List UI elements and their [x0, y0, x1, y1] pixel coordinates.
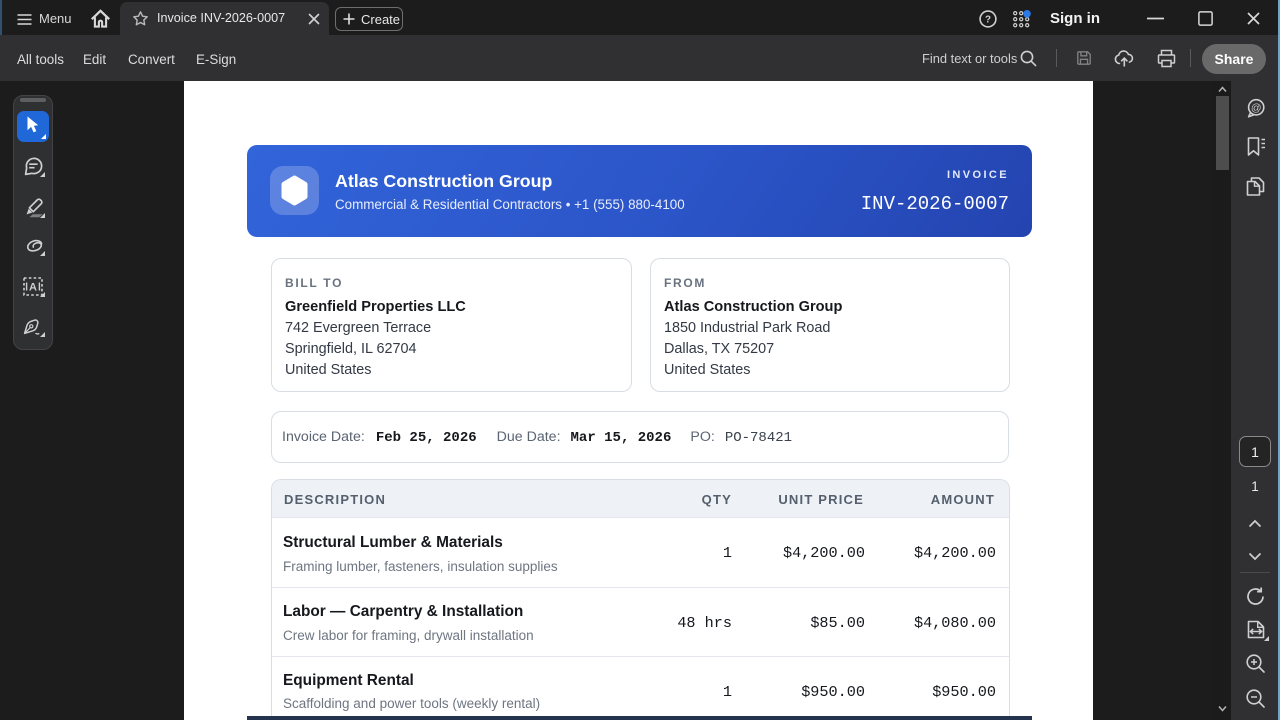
- svg-text:A: A: [29, 282, 37, 294]
- svg-text:@: @: [1251, 102, 1262, 114]
- svg-text:?: ?: [985, 14, 991, 25]
